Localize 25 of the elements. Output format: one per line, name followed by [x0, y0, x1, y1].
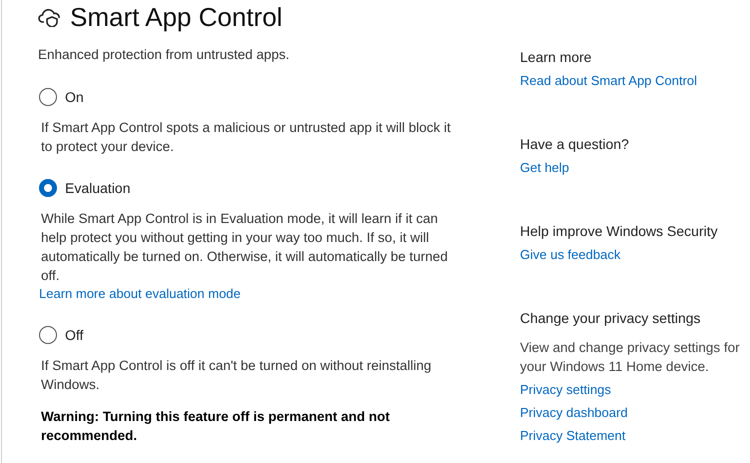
warning-text: Warning: Turning this feature off is permanent and not recommended. — [40, 408, 391, 445]
radio-label[interactable]: On — [65, 89, 84, 105]
radio-button[interactable] — [39, 88, 57, 106]
option-description: If Smart App Control is off it can't be turned on without reinstalling Windows. — [40, 357, 432, 394]
section-text: View and change privacy settings for your Windows 11 Home device. — [520, 339, 741, 376]
section-heading: Have a question? — [520, 135, 630, 154]
help-link[interactable]: Privacy Statement — [520, 427, 750, 445]
radio-button[interactable] — [39, 179, 57, 197]
option-description: If Smart App Control spots a malicious or untrusted app it will block it to protect your device. — [40, 119, 451, 156]
help-link[interactable]: Get help — [520, 159, 750, 177]
help-link[interactable]: Privacy settings — [520, 381, 750, 399]
page-title: Smart App Control — [70, 2, 282, 32]
section-heading: Change your privacy settings — [520, 309, 702, 328]
page-subtitle: Enhanced protection from untrusted apps. — [38, 46, 290, 64]
option-description: While Smart App Control is in Evaluation mode, it will learn if it can help protect you without getting in your way too much. If so, it will automatically be turned on. Otherwise, it will automatically be turned off. — [40, 210, 449, 285]
help-link[interactable]: Privacy dashboard — [520, 404, 750, 422]
help-link[interactable]: Read about Smart App Control — [520, 72, 750, 90]
radio-label[interactable]: Evaluation — [65, 180, 130, 196]
section-heading: Learn more — [520, 48, 593, 67]
cloud-shield-icon — [38, 7, 62, 27]
radio-label[interactable]: Off — [65, 327, 84, 343]
section-heading: Help improve Windows Security — [520, 222, 719, 241]
help-link[interactable]: Give us feedback — [520, 246, 750, 264]
radio-button[interactable] — [39, 326, 57, 344]
evaluation-link[interactable]: Learn more about evaluation mode — [38, 285, 241, 303]
